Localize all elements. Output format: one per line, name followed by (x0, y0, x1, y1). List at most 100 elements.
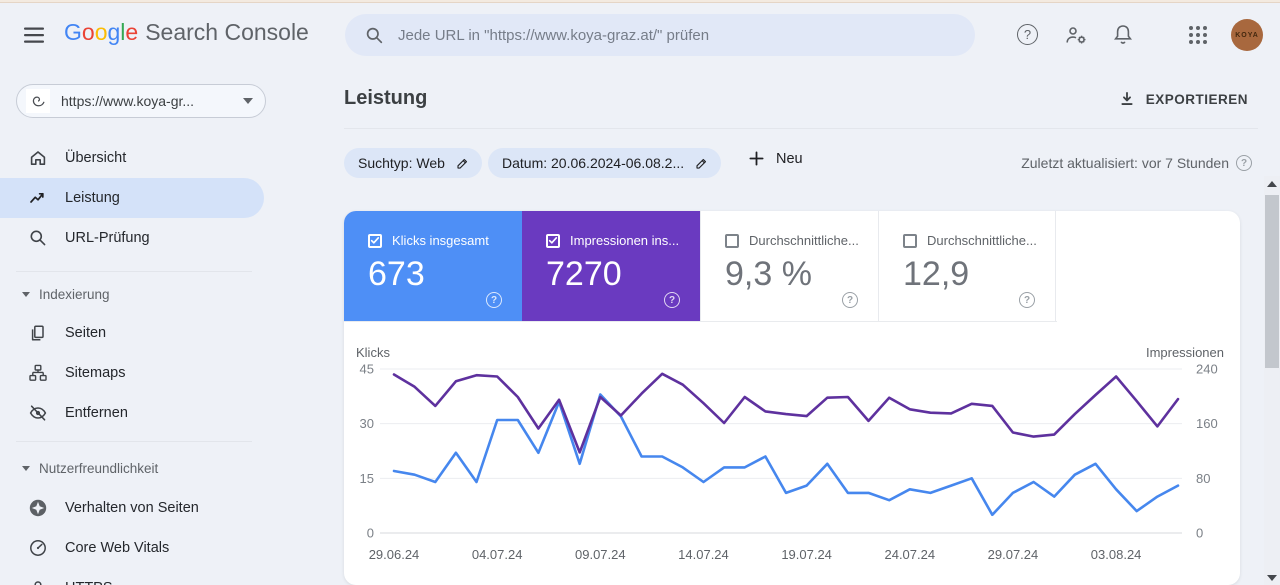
right-axis-tick: 80 (1196, 471, 1210, 486)
google-wordmark: Google (64, 19, 138, 46)
new-label: Neu (776, 150, 803, 167)
x-axis-tick: 03.08.24 (1091, 547, 1142, 562)
sidebar-item-https[interactable]: HTTPS (0, 568, 264, 585)
sidebar-item-label: URL-Prüfung (65, 230, 150, 246)
help-icon[interactable] (1236, 155, 1252, 171)
right-axis-tick: 160 (1196, 416, 1218, 431)
help-icon[interactable] (1019, 292, 1035, 308)
search-placeholder: Jede URL in "https://www.koya-graz.at/" … (398, 26, 710, 44)
help-icon[interactable] (1017, 24, 1038, 45)
sidebar-item-leistung[interactable]: Leistung (0, 178, 264, 218)
notifications-bell-icon[interactable] (1111, 22, 1135, 48)
metric-card-avg-position[interactable]: Durchschnittliche... 12,9 (878, 211, 1056, 321)
left-axis-tick: 45 (360, 362, 374, 377)
site-favicon-icon (26, 89, 50, 113)
home-icon (28, 148, 48, 168)
x-axis-tick: 14.07.24 (678, 547, 729, 562)
sidebar-section-indexierung[interactable]: Indexierung (0, 282, 264, 306)
metric-title: Klicks insgesamt (392, 233, 489, 248)
chip-label: Suchtyp: Web (358, 155, 445, 171)
filter-chip-search-type[interactable]: Suchtyp: Web (344, 148, 482, 178)
sidebar-item-label: Verhalten von Seiten (65, 500, 199, 516)
sidebar-item-url-pruefung[interactable]: URL-Prüfung (0, 218, 264, 258)
eye-off-icon (28, 403, 48, 423)
avatar-text: KOYA (1235, 31, 1259, 39)
sidebar-item-entfernen[interactable]: Entfernen (0, 393, 264, 433)
metric-value: 9,3 % (725, 255, 812, 293)
section-label: Indexierung (39, 286, 110, 302)
sitemap-tree-icon (28, 363, 48, 383)
pages-icon (28, 323, 48, 343)
x-axis-tick: 09.07.24 (575, 547, 626, 562)
sidebar-item-label: Sitemaps (65, 365, 126, 381)
x-axis-tick: 24.07.24 (884, 547, 935, 562)
property-url: https://www.koya-gr... (61, 93, 195, 109)
performance-panel: Klicks insgesamt 673 Impressionen ins...… (344, 211, 1240, 585)
pencil-icon (696, 158, 707, 169)
apps-grid-icon[interactable] (1187, 24, 1209, 46)
plus-icon (749, 151, 764, 166)
section-label: Nutzerfreundlichkeit (39, 460, 159, 476)
export-label: EXPORTIEREN (1145, 91, 1248, 107)
logo-letter: G (64, 19, 82, 45)
chip-label: Datum: 20.06.2024-06.08.2... (502, 155, 685, 171)
metric-card-clicks[interactable]: Klicks insgesamt 673 (344, 211, 522, 321)
sidebar-item-label: HTTPS (65, 580, 113, 585)
logo-letter: o (94, 19, 108, 45)
x-axis-tick: 29.07.24 (988, 547, 1039, 562)
page-experience-icon (28, 498, 48, 518)
url-inspect-search-input[interactable]: Jede URL in "https://www.koya-graz.at/" … (345, 14, 975, 56)
sidebar-item-uebersicht[interactable]: Übersicht (0, 138, 264, 178)
checkbox-checked-icon[interactable] (546, 233, 560, 248)
metric-value: 12,9 (903, 255, 970, 293)
checkbox-checked-icon[interactable] (368, 233, 382, 248)
logo-letter: g (107, 19, 121, 45)
metric-value: 673 (368, 255, 425, 293)
sidebar-item-sitemaps[interactable]: Sitemaps (0, 353, 264, 393)
sidebar-item-core-web-vitals[interactable]: Core Web Vitals (0, 528, 264, 568)
x-axis-tick: 19.07.24 (781, 547, 832, 562)
sidebar-divider (16, 271, 252, 272)
sidebar-divider (16, 441, 252, 442)
left-axis-tick: 30 (360, 416, 374, 431)
download-icon (1118, 90, 1136, 108)
left-axis-tick: 0 (367, 526, 374, 541)
metric-card-impressions[interactable]: Impressionen ins... 7270 (522, 211, 700, 321)
user-settings-icon[interactable] (1063, 23, 1089, 47)
scroll-down-arrow-icon[interactable] (1267, 575, 1277, 581)
sidebar-section-nutzerfreundlichkeit[interactable]: Nutzerfreundlichkeit (0, 456, 264, 480)
right-axis-tick: 0 (1196, 526, 1203, 541)
sidebar-item-label: Core Web Vitals (65, 540, 170, 556)
menu-icon[interactable] (22, 23, 50, 47)
metric-title: Durchschnittliche... (749, 233, 859, 248)
export-button[interactable]: EXPORTIEREN (1118, 90, 1248, 108)
performance-line-chart[interactable]: 0 0 15 80 30 160 45 240 29.06.24 04.07.24 09.07.24… (344, 341, 1240, 585)
vertical-scrollbar[interactable] (1264, 176, 1280, 585)
avatar[interactable]: KOYA (1231, 19, 1263, 51)
scrollbar-thumb[interactable] (1265, 195, 1279, 368)
filter-chip-date[interactable]: Datum: 20.06.2024-06.08.2... (488, 148, 722, 178)
window-top-strip (0, 0, 1280, 3)
help-icon[interactable] (486, 292, 502, 308)
app-logo[interactable]: Google Search Console (64, 19, 309, 46)
magnifier-icon (28, 228, 48, 248)
right-axis-tick: 240 (1196, 362, 1218, 377)
property-selector[interactable]: https://www.koya-gr... (16, 84, 266, 118)
page-title: Leistung (344, 87, 428, 109)
sidebar-item-verhalten-von-seiten[interactable]: Verhalten von Seiten (0, 488, 264, 528)
checkbox-unchecked-icon[interactable] (725, 233, 739, 248)
series-line-klicks (392, 393, 1180, 517)
metric-card-avg-ctr[interactable]: Durchschnittliche... 9,3 % (700, 211, 878, 321)
help-icon[interactable] (842, 292, 858, 308)
metric-value: 7270 (546, 255, 622, 293)
performance-trend-icon (28, 188, 48, 208)
new-filter-button[interactable]: Neu (748, 150, 803, 167)
scroll-up-arrow-icon[interactable] (1267, 181, 1277, 187)
chevron-down-icon (243, 98, 253, 104)
collapse-triangle-icon (22, 465, 30, 471)
product-name: Search Console (145, 19, 309, 45)
sidebar-item-seiten[interactable]: Seiten (0, 313, 264, 353)
cards-divider (344, 321, 1057, 322)
checkbox-unchecked-icon[interactable] (903, 233, 917, 248)
help-icon[interactable] (664, 292, 680, 308)
